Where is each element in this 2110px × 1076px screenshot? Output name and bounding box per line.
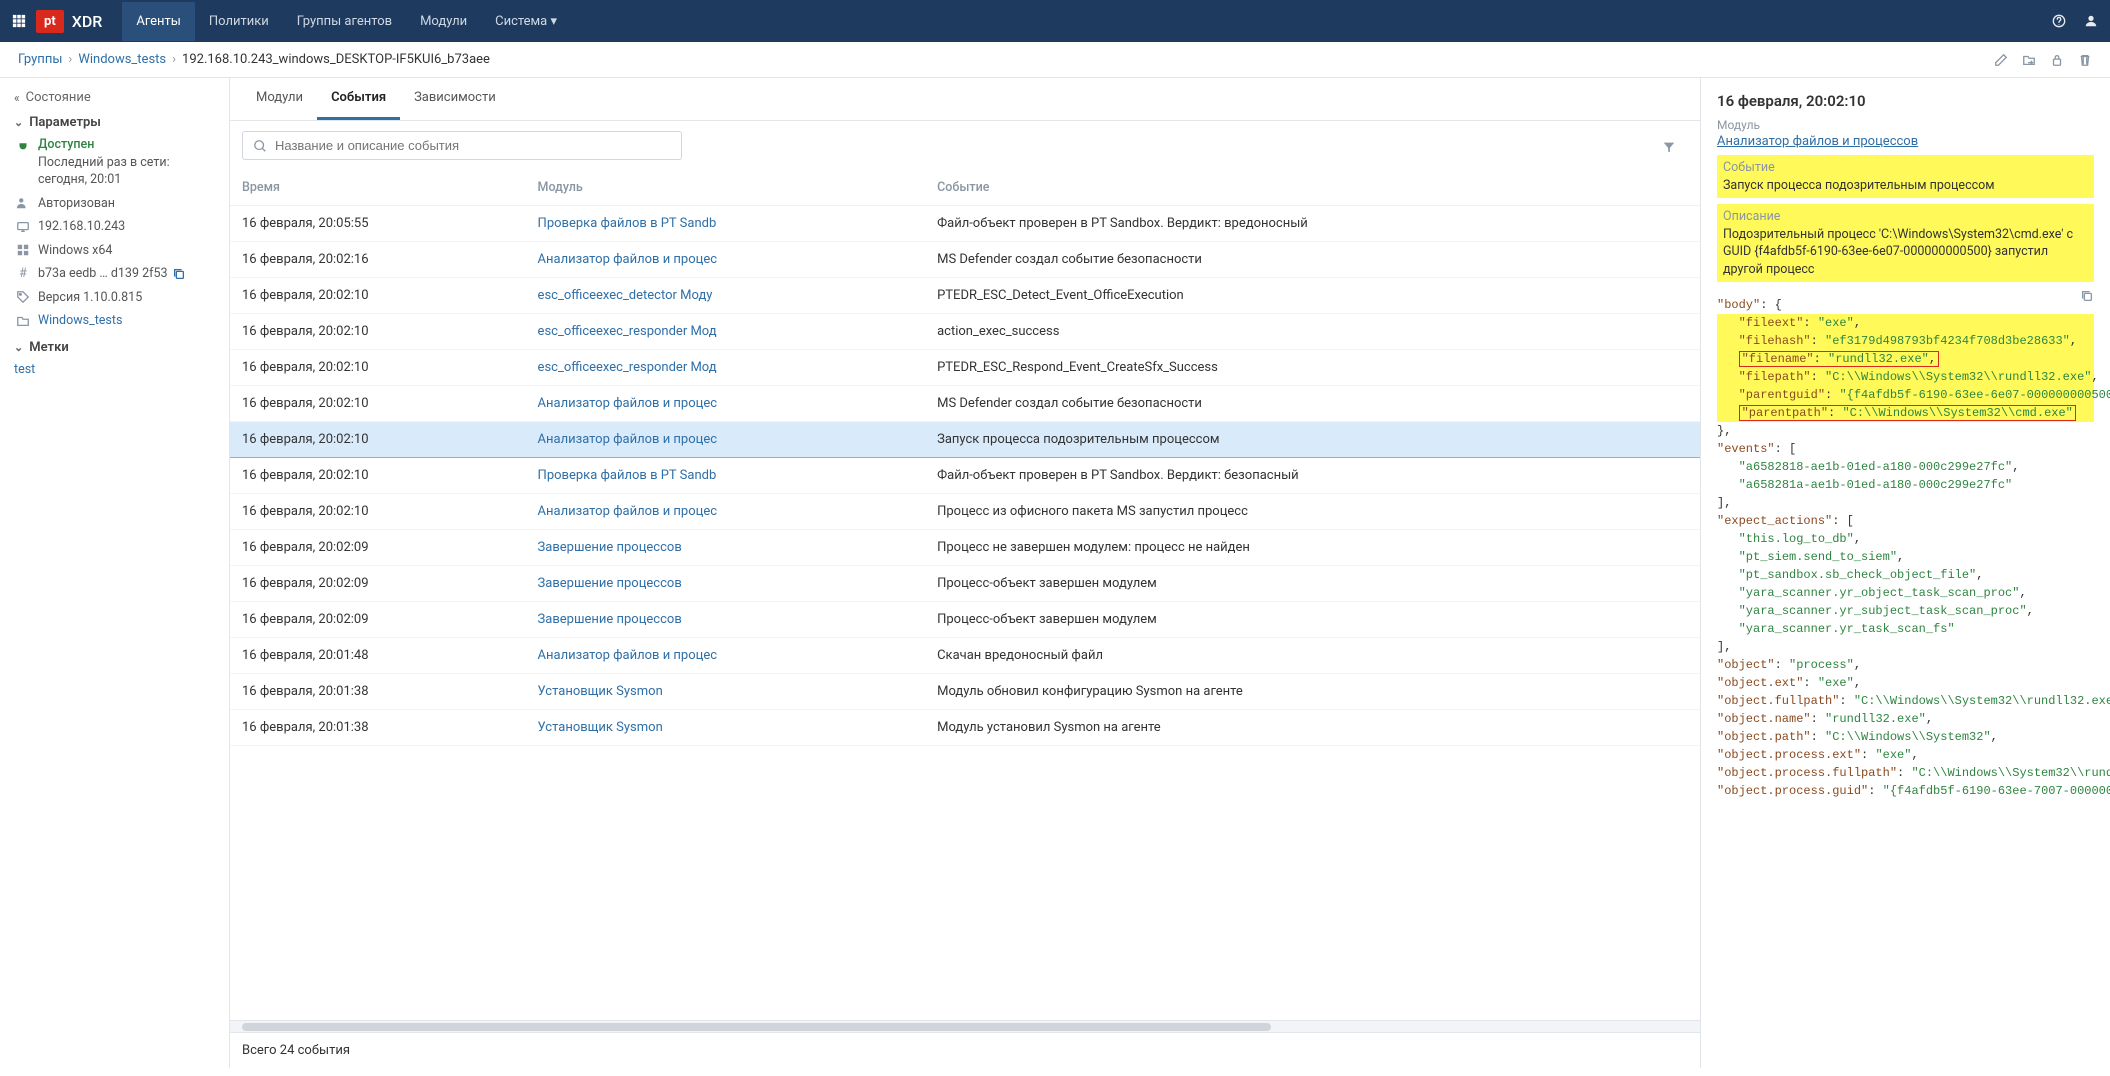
module-link[interactable]: esc_officeexec_detector Моду xyxy=(538,288,713,303)
copy-hash-icon[interactable] xyxy=(172,265,186,283)
details-json: "body": { "fileext": "exe", "filehash": … xyxy=(1717,296,2094,800)
details-module-link[interactable]: Анализатор файлов и процессов xyxy=(1717,134,2094,149)
table-row[interactable]: 16 февраля, 20:02:10esc_officeexec_respo… xyxy=(230,314,1700,350)
top-navbar: pt XDR Агенты Политики Группы агентов Мо… xyxy=(0,0,2110,42)
nav-agents[interactable]: Агенты xyxy=(122,2,195,41)
sidebar-state[interactable]: «Состояние xyxy=(14,90,215,105)
filter-icon[interactable] xyxy=(1662,137,1676,155)
module-link[interactable]: Завершение процессов xyxy=(538,540,682,555)
nav-policies[interactable]: Политики xyxy=(195,2,283,41)
edit-icon[interactable] xyxy=(1994,52,2008,67)
module-link[interactable]: esc_officeexec_responder Мод xyxy=(538,360,717,375)
table-row[interactable]: 16 февраля, 20:02:10esc_officeexec_respo… xyxy=(230,350,1700,386)
module-link[interactable]: Анализатор файлов и процес xyxy=(538,648,718,663)
table-row[interactable]: 16 февраля, 20:01:38Установщик SysmonМод… xyxy=(230,710,1700,746)
search-box[interactable] xyxy=(242,131,682,160)
tag-test[interactable]: test xyxy=(14,361,35,379)
move-icon[interactable] xyxy=(2022,52,2036,67)
breadcrumb-windows-tests[interactable]: Windows_tests xyxy=(78,52,166,67)
module-link[interactable]: Установщик Sysmon xyxy=(538,720,663,735)
details-module-label: Модуль xyxy=(1717,118,2094,132)
os-label: Windows x64 xyxy=(38,242,112,260)
table-row[interactable]: 16 февраля, 20:01:38Установщик SysmonМод… xyxy=(230,674,1700,710)
tag-icon xyxy=(14,289,32,307)
module-link[interactable]: Проверка файлов в PT Sandb xyxy=(538,216,717,231)
search-input[interactable] xyxy=(275,138,671,153)
module-link[interactable]: Завершение процессов xyxy=(538,576,682,591)
col-event[interactable]: Событие xyxy=(925,170,1700,206)
details-desc-value: Подозрительный процесс 'C:\Windows\Syste… xyxy=(1723,227,2073,277)
breadcrumb-current: 192.168.10.243_windows_DESKTOP-IF5KUI6_b… xyxy=(182,52,490,67)
breadcrumb: Группы › Windows_tests › 192.168.10.243_… xyxy=(0,42,2110,78)
brand-label: XDR xyxy=(72,12,103,31)
module-link[interactable]: Анализатор файлов и процес xyxy=(538,432,718,447)
tab-events[interactable]: События xyxy=(317,78,400,120)
tab-dependencies[interactable]: Зависимости xyxy=(400,78,510,120)
lock-icon[interactable] xyxy=(2050,52,2064,67)
delete-icon[interactable] xyxy=(2078,52,2092,67)
details-event-label: Событие xyxy=(1723,159,2088,177)
sidebar: «Состояние ⌄Параметры Доступен Последний … xyxy=(0,78,230,1068)
plug-icon xyxy=(14,136,32,154)
module-link[interactable]: Проверка файлов в PT Sandb xyxy=(538,468,717,483)
table-row[interactable]: 16 февраля, 20:02:10esc_officeexec_detec… xyxy=(230,278,1700,314)
table-row[interactable]: 16 февраля, 20:05:55Проверка файлов в PT… xyxy=(230,206,1700,242)
hash-icon: # xyxy=(14,265,32,283)
table-row[interactable]: 16 февраля, 20:02:16Анализатор файлов и … xyxy=(230,242,1700,278)
ip-label: 192.168.10.243 xyxy=(38,218,125,236)
search-icon xyxy=(253,138,267,153)
module-link[interactable]: Завершение процессов xyxy=(538,612,682,627)
pt-logo: pt xyxy=(36,10,64,33)
last-seen: Последний раз в сети: сегодня, 20:01 xyxy=(38,155,170,188)
breadcrumb-groups[interactable]: Группы xyxy=(18,52,62,67)
table-row[interactable]: 16 февраля, 20:02:09Завершение процессов… xyxy=(230,530,1700,566)
table-row[interactable]: 16 февраля, 20:02:10Анализатор файлов и … xyxy=(230,494,1700,530)
sidebar-params-header[interactable]: ⌄Параметры xyxy=(14,115,215,130)
module-link[interactable]: Анализатор файлов и процес xyxy=(538,504,718,519)
table-row[interactable]: 16 февраля, 20:02:09Завершение процессов… xyxy=(230,602,1700,638)
module-link[interactable]: esc_officeexec_responder Мод xyxy=(538,324,717,339)
nav-agent-groups[interactable]: Группы агентов xyxy=(283,2,406,41)
table-row[interactable]: 16 февраля, 20:01:48Анализатор файлов и … xyxy=(230,638,1700,674)
windows-icon xyxy=(14,242,32,260)
details-desc-label: Описание xyxy=(1723,208,2088,226)
user-icon[interactable] xyxy=(2084,14,2098,29)
table-row[interactable]: 16 февраля, 20:02:10Анализатор файлов и … xyxy=(230,422,1700,458)
tab-modules[interactable]: Модули xyxy=(242,78,317,120)
details-title: 16 февраля, 20:02:10 xyxy=(1717,92,2094,110)
help-icon[interactable] xyxy=(2052,14,2066,29)
nav-modules[interactable]: Модули xyxy=(406,2,481,41)
details-panel: 16 февраля, 20:02:10 Модуль Анализатор ф… xyxy=(1700,78,2110,1068)
table-row[interactable]: 16 февраля, 20:02:09Завершение процессов… xyxy=(230,566,1700,602)
app-menu-icon[interactable] xyxy=(12,14,26,29)
monitor-icon xyxy=(14,218,32,236)
sidebar-tags-header[interactable]: ⌄Метки xyxy=(14,340,215,355)
module-link[interactable]: Анализатор файлов и процес xyxy=(538,396,718,411)
hash-label: b73a eedb … d139 2f53 xyxy=(38,265,168,283)
details-event-value: Запуск процесса подозрительным процессом xyxy=(1723,178,1995,193)
module-link[interactable]: Установщик Sysmon xyxy=(538,684,663,699)
col-time[interactable]: Время xyxy=(230,170,526,206)
col-module[interactable]: Модуль xyxy=(526,170,926,206)
module-link[interactable]: Анализатор файлов и процес xyxy=(538,252,718,267)
group-link[interactable]: Windows_tests xyxy=(38,312,122,330)
user-check-icon xyxy=(14,195,32,213)
nav-system[interactable]: Система ▾ xyxy=(481,2,571,41)
version-label: Версия 1.10.0.815 xyxy=(38,289,142,307)
table-row[interactable]: 16 февраля, 20:02:10Анализатор файлов и … xyxy=(230,386,1700,422)
authorized-label: Авторизован xyxy=(38,195,115,213)
horizontal-scrollbar[interactable] xyxy=(230,1020,1700,1032)
table-row[interactable]: 16 февраля, 20:02:10Проверка файлов в PT… xyxy=(230,458,1700,494)
folder-icon xyxy=(14,312,32,330)
table-footer: Всего 24 события xyxy=(230,1032,1700,1068)
events-table: Время Модуль Событие 16 февраля, 20:05:5… xyxy=(230,170,1700,746)
status-available: Доступен xyxy=(38,137,94,152)
main-panel: Модули События Зависимости Время Модуль … xyxy=(230,78,1700,1068)
copy-json-icon[interactable] xyxy=(2080,288,2094,303)
